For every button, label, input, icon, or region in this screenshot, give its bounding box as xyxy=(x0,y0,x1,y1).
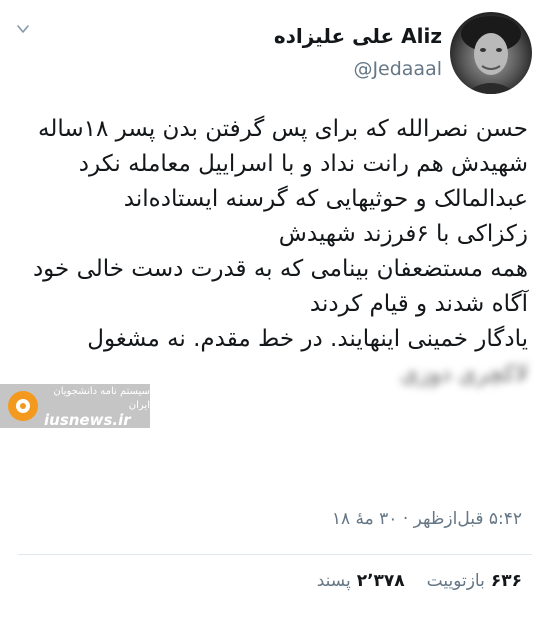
display-name-row[interactable]: علی علیزاده Aliz xyxy=(274,24,442,48)
profile-photo-icon xyxy=(461,16,521,94)
watermark-text: سیستم نامه دانشجویان ایران iusnews.ir xyxy=(44,385,150,429)
watermark-line: سیستم نامه دانشجویان ایران xyxy=(53,386,150,411)
tweet-stats: ۶۳۶ بازتوییت ۲٬۳۷۸ پسند xyxy=(317,571,522,591)
likes-count: ۲٬۳۷۸ xyxy=(356,571,405,591)
tweet-line: زکزاکی با ۶فرزند شهیدش xyxy=(278,221,528,247)
retweets-stat[interactable]: ۶۳۶ بازتوییت xyxy=(427,571,522,591)
display-name[interactable]: علی علیزاده Aliz xyxy=(274,24,442,48)
tweet-line: یادگار خمینی اینهایند. در خط مقدم. نه مش… xyxy=(87,326,528,352)
tweet-line: عبدالمالک و حوثیهایی که گرسنه ایستاده‌ان… xyxy=(123,186,528,212)
watermark-overlay: سیستم نامه دانشجویان ایران iusnews.ir xyxy=(0,384,150,428)
likes-stat[interactable]: ۲٬۳۷۸ پسند xyxy=(317,571,405,591)
retweets-label: بازتوییت xyxy=(426,571,485,591)
user-handle[interactable]: @Jedaaal xyxy=(353,58,442,80)
retweets-count: ۶۳۶ xyxy=(490,571,522,591)
tweet-timestamp[interactable]: ۵:۴۲ قبل‌ازظهر · ۳۰ مهٔ ۱۸ xyxy=(332,509,522,529)
chevron-down-icon[interactable] xyxy=(16,22,30,36)
tweet-line: همه مستضعفان بینامی که به قدرت دست خالی … xyxy=(32,256,528,317)
news-logo-icon xyxy=(8,391,38,421)
likes-label: پسند xyxy=(316,571,351,591)
avatar[interactable] xyxy=(450,12,532,94)
tweet-line: حسن نصرالله که برای پس گرفتن بدن پسر ۱۸س… xyxy=(37,116,528,177)
watermark-site: iusnews.ir xyxy=(44,411,131,429)
divider xyxy=(18,554,532,555)
tweet-text: حسن نصرالله که برای پس گرفتن بدن پسر ۱۸س… xyxy=(18,112,528,392)
